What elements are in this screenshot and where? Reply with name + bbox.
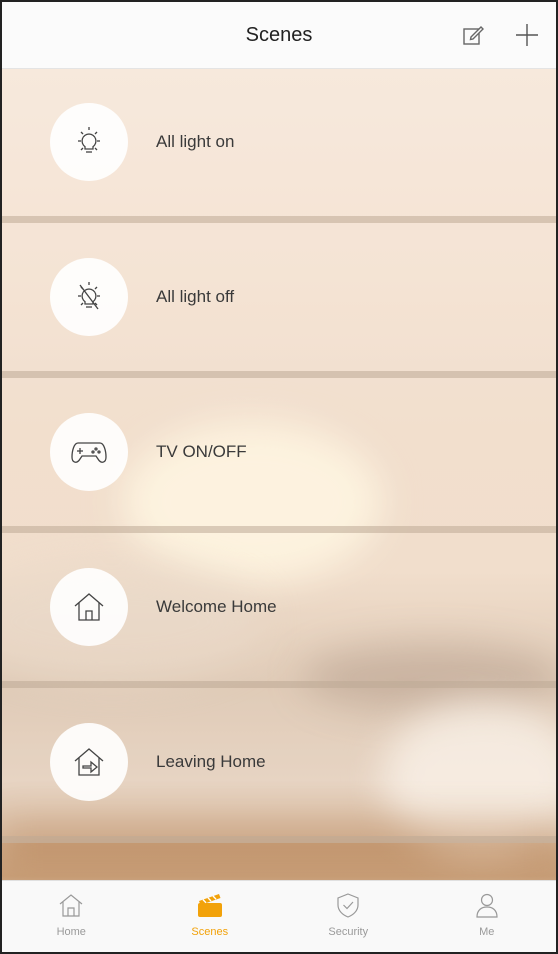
plus-icon[interactable]	[514, 22, 540, 48]
scene-label: TV ON/OFF	[156, 442, 247, 461]
scene-item-all-light-on[interactable]: All light on	[2, 68, 556, 223]
tab-me[interactable]: Me	[418, 881, 557, 952]
scene-label: Welcome Home	[156, 597, 277, 616]
top-bar: Scenes	[2, 2, 556, 69]
tab-security[interactable]: Security	[279, 881, 418, 952]
leave-home-icon	[50, 723, 128, 801]
edit-icon[interactable]	[462, 24, 484, 46]
scene-label: All light off	[156, 287, 235, 306]
tab-label: Scenes	[191, 926, 229, 938]
shield-icon	[334, 891, 362, 924]
scene-item-all-light-off[interactable]: All light off	[2, 223, 556, 378]
clapperboard-icon	[195, 891, 225, 924]
scene-list: All light on All light off TV ON/OFF Wel…	[2, 68, 556, 843]
tab-label: Me	[479, 926, 495, 938]
lightbulb-off-icon	[50, 258, 128, 336]
person-icon	[473, 891, 501, 924]
tab-bar: Home Scenes Security Me	[2, 880, 557, 952]
scene-item-leaving-home[interactable]: Leaving Home	[2, 688, 556, 843]
scene-item-tv-on-off[interactable]: TV ON/OFF	[2, 378, 556, 533]
tab-label: Home	[56, 926, 86, 938]
app-screen: Scenes All light on All light off TV ON/…	[0, 0, 558, 954]
scene-item-welcome-home[interactable]: Welcome Home	[2, 533, 556, 688]
tab-home[interactable]: Home	[2, 881, 141, 952]
tab-label: Security	[328, 926, 369, 938]
tab-scenes[interactable]: Scenes	[141, 881, 280, 952]
scene-label: Leaving Home	[156, 752, 266, 771]
home-icon	[57, 891, 85, 924]
lightbulb-on-icon	[50, 103, 128, 181]
gamepad-icon	[50, 413, 128, 491]
home-icon	[50, 568, 128, 646]
scene-label: All light on	[156, 132, 235, 151]
page-title: Scenes	[245, 23, 313, 46]
